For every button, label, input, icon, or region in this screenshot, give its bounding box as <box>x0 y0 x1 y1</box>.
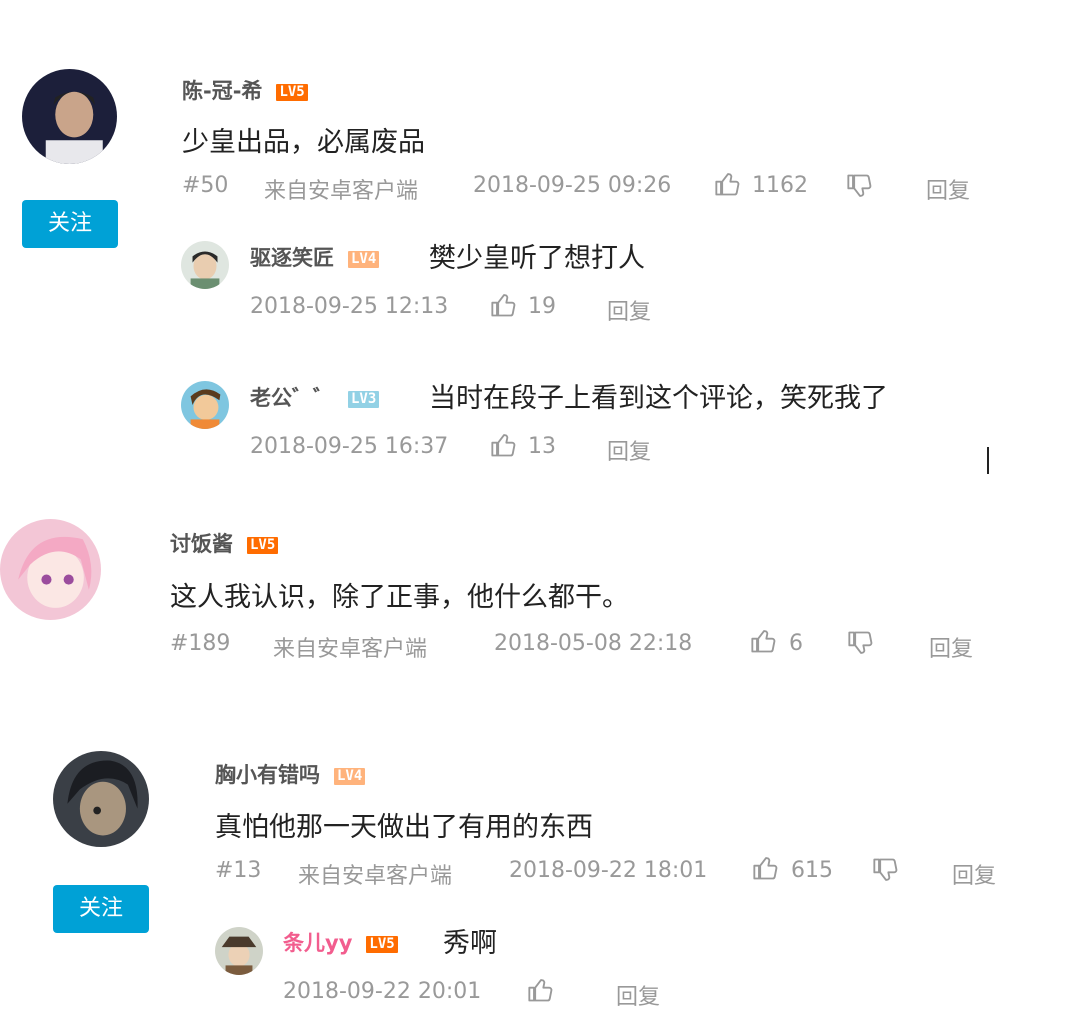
avatar[interactable] <box>215 927 263 975</box>
reply-button[interactable]: 回复 <box>607 294 651 326</box>
level-badge: LV3 <box>348 390 380 408</box>
like-count: 13 <box>528 434 556 459</box>
reply-button[interactable]: 回复 <box>616 979 660 1011</box>
like-count: 19 <box>528 294 556 319</box>
username-text[interactable]: 胸小有错吗 <box>215 763 320 787</box>
level-badge: LV4 <box>334 767 366 785</box>
avatar[interactable] <box>181 241 229 289</box>
dislike-icon[interactable] <box>847 629 875 657</box>
reply-content: 樊少皇听了想打人 <box>429 243 645 274</box>
username[interactable]: 驱逐笑匠 LV4 <box>250 242 380 272</box>
username-text[interactable]: 老公゛゛ <box>250 386 334 410</box>
reply-button[interactable]: 回复 <box>952 858 996 890</box>
comment-source: 来自安卓客户端 <box>298 864 453 889</box>
follow-button[interactable]: 关注 <box>22 200 118 248</box>
username[interactable]: 讨饭酱 LV5 <box>170 528 279 558</box>
level-badge: LV5 <box>276 83 308 101</box>
like-count: 1162 <box>752 173 808 198</box>
username[interactable]: 陈-冠-希 LV5 <box>182 75 308 105</box>
reply-time: 2018-09-22 20:01 <box>283 979 482 1004</box>
avatar[interactable] <box>53 751 149 847</box>
username[interactable]: 老公゛゛ LV3 <box>250 382 380 412</box>
like-count: 615 <box>791 858 833 883</box>
reply-content: 当时在段子上看到这个评论，笑死我了 <box>429 383 888 414</box>
dislike-icon[interactable] <box>846 172 874 200</box>
comment-source: 来自安卓客户端 <box>264 179 419 204</box>
comment-source: 来自安卓客户端 <box>273 637 428 662</box>
level-badge: LV5 <box>366 935 398 953</box>
reply-button[interactable]: 回复 <box>607 434 651 466</box>
comment-time: 2018-09-25 09:26 <box>473 173 672 198</box>
reply-button[interactable]: 回复 <box>926 173 970 205</box>
comment-floor: #50 <box>182 173 229 198</box>
username-text[interactable]: 陈-冠-希 <box>182 79 262 103</box>
reply-button[interactable]: 回复 <box>929 631 973 663</box>
like-icon[interactable] <box>750 627 778 655</box>
username-text[interactable]: 讨饭酱 <box>170 532 233 556</box>
avatar[interactable] <box>181 381 229 429</box>
like-icon[interactable] <box>490 431 518 459</box>
avatar[interactable] <box>0 519 101 620</box>
username[interactable]: 条儿yy LV5 <box>283 927 398 957</box>
comment-floor: #189 <box>170 631 231 656</box>
like-count: 6 <box>789 631 803 656</box>
reply-time: 2018-09-25 16:37 <box>250 434 449 459</box>
follow-button[interactable]: 关注 <box>53 885 149 933</box>
comment-content: 这人我认识，除了正事，他什么都干。 <box>170 582 629 613</box>
comment-content: 真怕他那一天做出了有用的东西 <box>215 812 593 843</box>
like-icon[interactable] <box>714 170 742 198</box>
like-icon[interactable] <box>527 976 555 1004</box>
comment-floor: #13 <box>215 858 262 883</box>
level-badge: LV5 <box>247 536 279 554</box>
username-text[interactable]: 驱逐笑匠 <box>250 246 334 270</box>
reply-time: 2018-09-25 12:13 <box>250 294 449 319</box>
username[interactable]: 胸小有错吗 LV4 <box>215 759 366 789</box>
comment-time: 2018-05-08 22:18 <box>494 631 693 656</box>
text-cursor <box>987 447 989 474</box>
comment-content: 少皇出品，必属废品 <box>182 127 425 158</box>
avatar[interactable] <box>22 69 117 164</box>
dislike-icon[interactable] <box>872 856 900 884</box>
comment-time: 2018-09-22 18:01 <box>509 858 708 883</box>
username-text[interactable]: 条儿yy <box>283 931 352 955</box>
like-icon[interactable] <box>752 854 780 882</box>
level-badge: LV4 <box>348 250 380 268</box>
like-icon[interactable] <box>490 291 518 319</box>
reply-content: 秀啊 <box>443 928 497 959</box>
